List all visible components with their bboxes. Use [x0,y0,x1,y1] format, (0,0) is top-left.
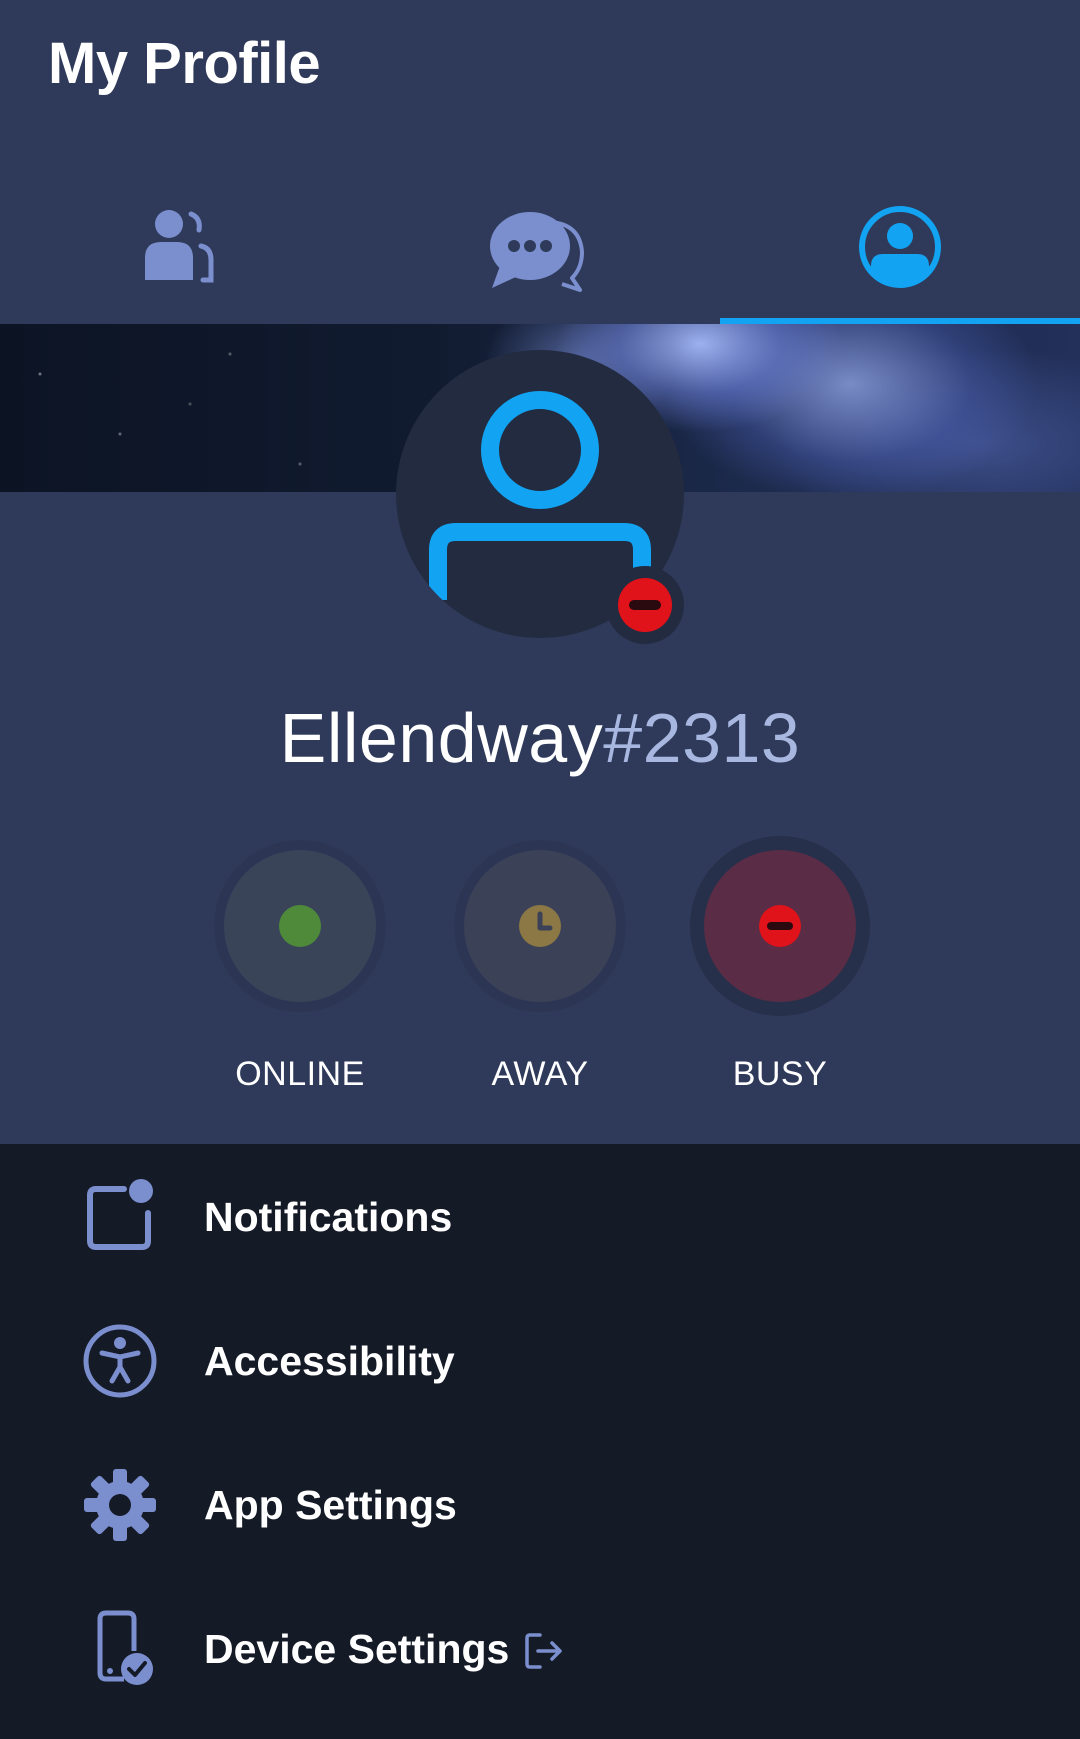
status-busy-button[interactable] [704,850,864,1010]
tab-profile[interactable] [720,170,1080,324]
avatar-status-badge [606,566,684,644]
menu-item-label: Device Settings [204,1626,510,1672]
menu-item-device-settings[interactable]: Device Settings [0,1589,1080,1709]
clock-icon [519,905,561,947]
notification-icon [80,1177,160,1257]
status-away-circle [464,850,616,1002]
tab-bar [0,170,1080,324]
username-tag: #2313 [603,699,801,777]
menu-item-label: Notifications [204,1194,453,1240]
accessibility-icon [80,1321,160,1401]
menu-item-app-settings[interactable]: App Settings [0,1445,1080,1565]
online-dot-icon [279,905,321,947]
profile-icon [859,206,941,288]
status-online-circle [224,850,376,1002]
tab-friends[interactable] [0,170,360,324]
friends-icon [145,210,214,283]
status-busy-label: BUSY [732,1055,828,1093]
app-root: My Profile Ellendway#2313 ONLINE AWAY BU… [0,0,1080,1739]
settings-menu: Notifications Accessibility App Settings… [0,1144,1080,1739]
chat-bubbles-icon [490,212,584,292]
status-busy-circle [704,850,856,1002]
menu-item-accessibility[interactable]: Accessibility [0,1301,1080,1421]
page-title: My Profile [48,31,321,96]
device-settings-icon [80,1609,160,1689]
header: My Profile [0,0,1080,324]
busy-icon [759,905,801,947]
gear-icon [80,1465,160,1545]
menu-item-notifications[interactable]: Notifications [0,1157,1080,1277]
username-name: Ellendway [279,699,604,777]
status-online-button[interactable] [224,850,384,1010]
menu-item-label: Accessibility [204,1338,455,1384]
busy-status-icon [618,578,672,632]
username: Ellendway#2313 [0,696,1080,780]
external-link-icon [525,1633,562,1669]
status-online-label: ONLINE [235,1055,365,1093]
status-away-button[interactable] [464,850,624,1010]
menu-item-label: App Settings [204,1482,457,1528]
status-away-label: AWAY [491,1055,589,1093]
tab-messages[interactable] [360,170,720,324]
